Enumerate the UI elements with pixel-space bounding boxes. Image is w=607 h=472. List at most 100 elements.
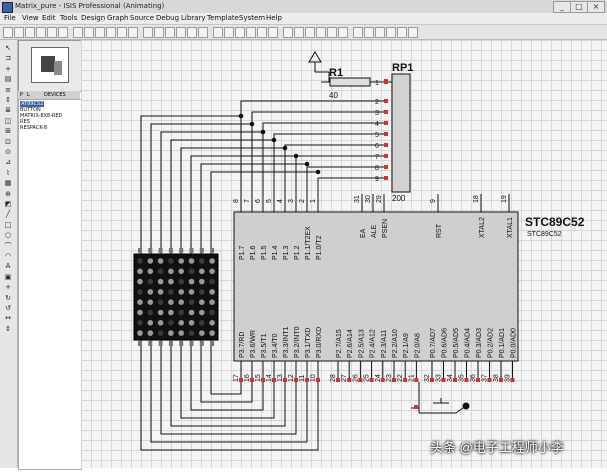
resistor-r1[interactable]: R1 40	[321, 67, 393, 100]
menu-system[interactable]: System	[239, 13, 265, 24]
netlist-tool-icon[interactable]	[386, 27, 396, 38]
grid-tool-icon[interactable]	[95, 27, 105, 38]
p0-pin-number: 36	[470, 374, 477, 382]
origin-tool-icon[interactable]	[106, 27, 116, 38]
mode-tool-icon-16[interactable]: ╱	[3, 210, 13, 219]
pick-tool-icon[interactable]	[283, 27, 293, 38]
mode-tool-icon-19[interactable]: ⌒	[3, 242, 13, 251]
zoom-all-tool-icon[interactable]	[154, 27, 164, 38]
mode-tool-icon-24[interactable]: ↻	[3, 294, 13, 303]
save-tool-icon[interactable]	[25, 27, 35, 38]
p0-pin-number: 39	[505, 374, 512, 382]
p0-pin-dot	[453, 378, 457, 382]
bom-tool-icon[interactable]	[397, 27, 407, 38]
block-rotate-tool-icon[interactable]	[257, 27, 267, 38]
led-dot	[147, 299, 154, 306]
mode-tool-icon-9[interactable]: ⊡	[3, 138, 13, 147]
mode-tool-icon-17[interactable]: □	[3, 221, 13, 230]
schematic-canvas[interactable]: R1 40 RP1 200 123456789 STC89C52 STC89C5…	[81, 40, 607, 468]
import-tool-icon[interactable]	[36, 27, 46, 38]
mode-tool-icon-18[interactable]: ○	[3, 231, 13, 240]
maximize-button[interactable]: □	[570, 1, 588, 13]
menu-template[interactable]: Template	[207, 13, 239, 24]
p0-pin-number: 32	[424, 374, 431, 382]
mode-tool-icon-0[interactable]: ↖	[3, 44, 13, 53]
redo-tool-icon[interactable]	[187, 27, 197, 38]
remove-sheet-tool-icon[interactable]	[375, 27, 385, 38]
mode-tool-icon-4[interactable]: ≡	[3, 86, 13, 95]
device-item-respack[interactable]: RESPACK-8	[20, 125, 47, 131]
new-tool-icon[interactable]	[3, 27, 13, 38]
new-sheet-tool-icon[interactable]	[364, 27, 374, 38]
pick-tab[interactable]: P	[20, 91, 23, 99]
led-dot	[199, 309, 205, 316]
mode-tool-icon-15[interactable]: ◩	[3, 200, 13, 209]
mode-tool-icon-12[interactable]: ⌇	[3, 169, 13, 178]
mode-tool-icon-10[interactable]: ⊙	[3, 148, 13, 157]
mode-tool-icon-7[interactable]: ◫	[3, 117, 13, 126]
zoom-in-tool-icon[interactable]	[128, 27, 138, 38]
respack-rp1[interactable]: RP1 200 1 2 3 4 5 6 7 8 9	[375, 62, 413, 203]
menu-design[interactable]: Design	[81, 13, 105, 24]
zoom-area-tool-icon[interactable]	[165, 27, 175, 38]
overview-window[interactable]	[18, 40, 82, 92]
library-tab[interactable]: L	[27, 91, 30, 99]
mode-tool-icon-27[interactable]: ↕	[3, 325, 13, 334]
mode-tool-icon-25[interactable]: ↺	[3, 304, 13, 313]
push-button[interactable]	[411, 398, 470, 414]
make-device-tool-icon[interactable]	[294, 27, 304, 38]
property-assign-tool-icon[interactable]	[353, 27, 363, 38]
menu-source[interactable]: Source	[130, 13, 154, 24]
mode-tool-icon-22[interactable]: ▣	[3, 273, 13, 282]
mode-tool-icon-8[interactable]: ⊞	[3, 127, 13, 136]
mode-tool-icon-13[interactable]: ▦	[3, 179, 13, 188]
mode-tool-icon-14[interactable]: ⊕	[3, 190, 13, 199]
p2-pin-number: 26	[352, 374, 359, 382]
mode-tool-icon-2[interactable]: +	[3, 65, 13, 74]
menu-help[interactable]: Help	[266, 13, 282, 24]
package-tool-icon[interactable]	[305, 27, 315, 38]
chip-top-pin-number: 7	[244, 199, 251, 203]
matrix-top-pin	[179, 248, 184, 253]
mode-tool-icon-23[interactable]: +	[3, 283, 13, 292]
block-copy-tool-icon[interactable]	[235, 27, 245, 38]
erc-tool-icon[interactable]	[408, 27, 418, 38]
open-tool-icon[interactable]	[14, 27, 24, 38]
menu-file[interactable]: File	[4, 13, 16, 24]
chip-top-pin-number: 18	[473, 195, 480, 203]
menu-debug[interactable]: Debug	[156, 13, 179, 24]
menu-graph[interactable]: Graph	[107, 13, 128, 24]
wire-autoroute-tool-icon[interactable]	[327, 27, 337, 38]
mode-tool-icon-26[interactable]: ↔	[3, 314, 13, 323]
menu-view[interactable]: View	[22, 13, 39, 24]
refresh-tool-icon[interactable]	[84, 27, 94, 38]
paste-tool-icon[interactable]	[224, 27, 234, 38]
mode-tool-icon-1[interactable]: ⊐	[3, 54, 13, 63]
led-matrix[interactable]	[133, 248, 219, 346]
area-tool-icon[interactable]	[73, 27, 83, 38]
cut-tool-icon[interactable]	[198, 27, 208, 38]
minimize-button[interactable]: _	[553, 1, 571, 13]
mode-tool-icon-21[interactable]: A	[3, 262, 13, 271]
mode-tool-icon-20[interactable]: ◠	[3, 252, 13, 261]
mode-tool-icon-6[interactable]: ≣	[3, 106, 13, 115]
search-tool-icon[interactable]	[338, 27, 348, 38]
mcu-chip[interactable]: STC89C52 STC89C52 8 P1.7 7 P1.6 6 P1.5 5 P1.4 4 P…	[233, 194, 585, 382]
close-button[interactable]: ×	[587, 1, 605, 13]
menu-library[interactable]: Library	[181, 13, 205, 24]
menu-tools[interactable]: Tools	[60, 13, 77, 24]
schematic-drawing: R1 40 RP1 200 123456789 STC89C52 STC89C5…	[133, 51, 585, 451]
print-tool-icon[interactable]	[58, 27, 68, 38]
mode-tool-icon-3[interactable]: ▤	[3, 75, 13, 84]
mode-tool-icon-11[interactable]: ⊿	[3, 158, 13, 167]
decompose-tool-icon[interactable]	[316, 27, 326, 38]
block-delete-tool-icon[interactable]	[268, 27, 278, 38]
copy-tool-icon[interactable]	[213, 27, 223, 38]
block-move-tool-icon[interactable]	[246, 27, 256, 38]
mode-tool-icon-5[interactable]: ↕	[3, 96, 13, 105]
export-tool-icon[interactable]	[47, 27, 57, 38]
menu-edit[interactable]: Edit	[42, 13, 56, 24]
zoom-out-tool-icon[interactable]	[143, 27, 153, 38]
pan-tool-icon[interactable]	[117, 27, 127, 38]
undo-tool-icon[interactable]	[176, 27, 186, 38]
